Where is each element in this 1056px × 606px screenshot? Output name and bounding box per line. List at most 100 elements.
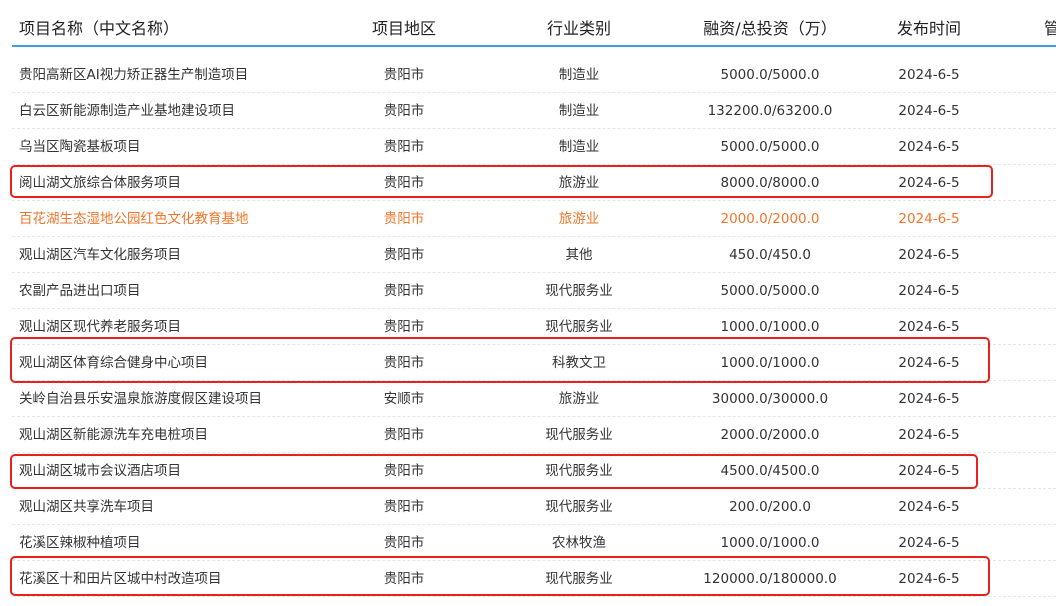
project-industry: 旅游业 [558,211,600,227]
project-date: 2024-6-5 [898,499,960,515]
table-row[interactable]: 观山湖区现代养老服务项目 贵阳市 现代服务业 1000.0/1000.0 202… [0,309,1056,345]
project-date: 2024-6-5 [898,463,960,479]
project-region: 贵阳市 [383,139,425,155]
project-financing: 2000.0/2000.0 [720,427,820,443]
project-name-link[interactable]: 观山湖区现代养老服务项目 [19,319,181,335]
project-region: 贵阳市 [383,463,425,479]
project-financing: 30000.0/30000.0 [711,391,829,407]
project-financing: 450.0/450.0 [729,247,811,263]
project-region: 贵阳市 [383,355,425,371]
project-date: 2024-6-5 [898,571,960,587]
project-financing: 5000.0/5000.0 [720,139,820,155]
project-industry: 现代服务业 [545,283,613,299]
table-row[interactable]: 关岭自治县乐安温泉旅游度假区建设项目 安顺市 旅游业 30000.0/30000… [0,381,1056,417]
project-name-link[interactable]: 贵阳高新区AI视力矫正器生产制造项目 [19,67,248,83]
table-row[interactable]: 贵阳高新区AI视力矫正器生产制造项目 贵阳市 制造业 5000.0/5000.0… [0,57,1056,93]
header-truncated-column[interactable]: 管 [1044,15,1056,39]
project-industry: 现代服务业 [545,427,613,443]
table-row[interactable]: 花溪区辣椒种植项目 贵阳市 农林牧渔 1000.0/1000.0 2024-6-… [0,525,1056,561]
project-industry: 现代服务业 [545,499,613,515]
header-divider [12,45,1056,47]
table-row[interactable]: 观山湖区汽车文化服务项目 贵阳市 其他 450.0/450.0 2024-6-5 [0,237,1056,273]
project-industry: 制造业 [558,103,600,119]
project-name-link[interactable]: 观山湖区汽车文化服务项目 [19,247,181,263]
project-date: 2024-6-5 [898,139,960,155]
project-industry: 其他 [565,247,593,263]
project-financing: 1000.0/1000.0 [720,355,820,371]
project-region: 贵阳市 [383,499,425,515]
project-financing: 4500.0/4500.0 [720,463,820,479]
table-row-hovered[interactable]: 百花湖生态湿地公园红色文化教育基地 贵阳市 旅游业 2000.0/2000.0 … [0,201,1056,237]
table-row[interactable]: 观山湖区体育综合健身中心项目 贵阳市 科教文卫 1000.0/1000.0 20… [0,345,1056,381]
table-row[interactable]: 观山湖区城市会议酒店项目 贵阳市 现代服务业 4500.0/4500.0 202… [0,453,1056,489]
project-date: 2024-6-5 [898,247,960,263]
project-financing: 1000.0/1000.0 [720,535,820,551]
project-industry: 农林牧渔 [552,535,606,551]
header-financing[interactable]: 融资/总投资（万） [680,15,860,39]
project-industry: 旅游业 [558,391,600,407]
table-header: 项目名称（中文名称） 项目地区 行业类别 融资/总投资（万） 发布时间 管 [0,0,1056,44]
table-body: 贵阳高新区AI视力矫正器生产制造项目 贵阳市 制造业 5000.0/5000.0… [0,57,1056,597]
project-region: 贵阳市 [383,571,425,587]
project-financing: 132200.0/63200.0 [707,103,833,119]
table-row[interactable]: 农副产品进出口项目 贵阳市 现代服务业 5000.0/5000.0 2024-6… [0,273,1056,309]
project-financing: 1000.0/1000.0 [720,319,820,335]
project-name-link[interactable]: 乌当区陶瓷基板项目 [19,139,141,155]
project-name-link[interactable]: 阅山湖文旅综合体服务项目 [19,175,181,191]
project-date: 2024-6-5 [898,355,960,371]
project-industry: 现代服务业 [545,319,613,335]
project-name-link[interactable]: 花溪区辣椒种植项目 [19,535,141,551]
project-list-page: 项目名称（中文名称） 项目地区 行业类别 融资/总投资（万） 发布时间 管 贵阳… [0,0,1056,606]
header-industry[interactable]: 行业类别 [520,15,638,39]
project-region: 贵阳市 [383,67,425,83]
table-row[interactable]: 观山湖区新能源洗车充电桩项目 贵阳市 现代服务业 2000.0/2000.0 2… [0,417,1056,453]
project-region: 贵阳市 [383,247,425,263]
project-industry: 制造业 [558,139,600,155]
project-name-link[interactable]: 观山湖区城市会议酒店项目 [19,463,181,479]
project-financing: 200.0/200.0 [729,499,811,515]
project-name-link[interactable]: 观山湖区共享洗车项目 [19,499,154,515]
project-name-link[interactable]: 观山湖区体育综合健身中心项目 [19,355,208,371]
project-region: 贵阳市 [383,319,425,335]
project-region: 贵阳市 [383,283,425,299]
project-financing: 120000.0/180000.0 [703,571,837,587]
table-row[interactable]: 阅山湖文旅综合体服务项目 贵阳市 旅游业 8000.0/8000.0 2024-… [0,165,1056,201]
header-publish-date[interactable]: 发布时间 [880,15,978,39]
project-name-link[interactable]: 农副产品进出口项目 [19,283,141,299]
table-row[interactable]: 观山湖区共享洗车项目 贵阳市 现代服务业 200.0/200.0 2024-6-… [0,489,1056,525]
project-industry: 科教文卫 [552,355,606,371]
project-date: 2024-6-5 [898,427,960,443]
project-date: 2024-6-5 [898,319,960,335]
project-region: 贵阳市 [383,103,425,119]
project-date: 2024-6-5 [898,535,960,551]
table-row[interactable]: 花溪区十和田片区城中村改造项目 贵阳市 现代服务业 120000.0/18000… [0,561,1056,597]
project-financing: 2000.0/2000.0 [720,211,820,227]
header-project-region[interactable]: 项目地区 [360,15,448,39]
project-financing: 5000.0/5000.0 [720,283,820,299]
project-industry: 旅游业 [558,175,600,191]
project-industry: 现代服务业 [545,571,613,587]
project-region: 贵阳市 [383,175,425,191]
project-name-link[interactable]: 观山湖区新能源洗车充电桩项目 [19,427,208,443]
project-date: 2024-6-5 [898,283,960,299]
project-region: 贵阳市 [383,211,425,227]
project-financing: 8000.0/8000.0 [720,175,820,191]
project-region: 贵阳市 [383,427,425,443]
project-date: 2024-6-5 [898,391,960,407]
header-project-name[interactable]: 项目名称（中文名称） [19,15,179,39]
project-name-link[interactable]: 关岭自治县乐安温泉旅游度假区建设项目 [19,391,262,407]
project-date: 2024-6-5 [898,103,960,119]
project-name-link[interactable]: 白云区新能源制造产业基地建设项目 [19,103,235,119]
project-date: 2024-6-5 [898,211,960,227]
project-region: 贵阳市 [383,535,425,551]
project-date: 2024-6-5 [898,175,960,191]
project-financing: 5000.0/5000.0 [720,67,820,83]
project-industry: 制造业 [558,67,600,83]
table-row[interactable]: 乌当区陶瓷基板项目 贵阳市 制造业 5000.0/5000.0 2024-6-5 [0,129,1056,165]
project-region: 安顺市 [383,391,425,407]
project-name-link[interactable]: 百花湖生态湿地公园红色文化教育基地 [19,211,249,227]
project-date: 2024-6-5 [898,67,960,83]
project-name-link[interactable]: 花溪区十和田片区城中村改造项目 [19,571,222,587]
table-row[interactable]: 白云区新能源制造产业基地建设项目 贵阳市 制造业 132200.0/63200.… [0,93,1056,129]
project-industry: 现代服务业 [545,463,613,479]
